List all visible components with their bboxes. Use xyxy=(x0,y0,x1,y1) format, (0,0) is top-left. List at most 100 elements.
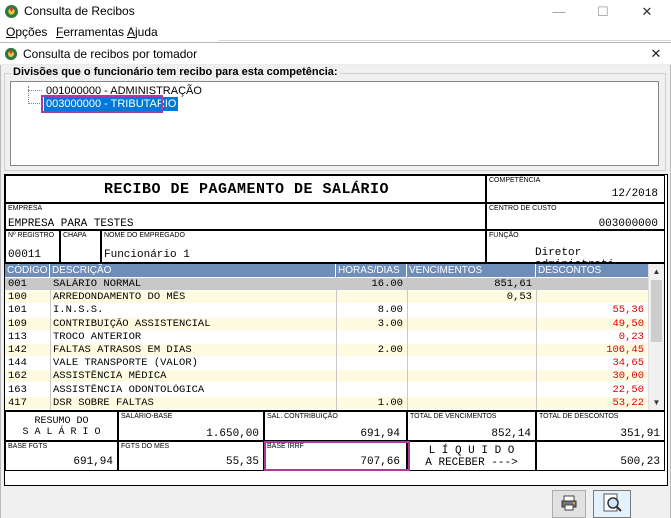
resumo-line2: S A L Á R I O xyxy=(22,427,101,438)
cell-codigo: 162 xyxy=(8,370,27,383)
table-row[interactable]: 162 ASSISTÊNCIA MÉDICA 30,00 xyxy=(5,370,648,383)
total-descontos-box: TOTAL DE DESCONTOS 351,91 xyxy=(536,411,665,441)
centro-custo-box: CENTRO DE CUSTO 003000000 xyxy=(486,203,665,230)
menu-opcoes[interactable]: Opções xyxy=(6,25,47,39)
menu-ferramentas[interactable]: Ferramentas xyxy=(56,25,124,39)
cell-desc xyxy=(536,291,648,303)
cell-descricao: CONTRIBUIÇÃO ASSISTENCIAL xyxy=(53,317,211,330)
total-vencimentos-label: TOTAL DE VENCIMENTOS xyxy=(410,413,497,420)
child-title: Consulta de recibos por tomador xyxy=(23,47,198,61)
divisions-label: Divisões que o funcionário tem recibo pa… xyxy=(11,66,340,78)
liquido-value: 500,23 xyxy=(620,456,660,468)
col-header-codigo: CÓDIGO xyxy=(5,264,50,277)
selection-highlight xyxy=(41,95,163,113)
cell-descricao: DSR SOBRE FALTAS xyxy=(53,396,154,409)
col-header-horas: HORAS/DIAS xyxy=(336,264,407,277)
total-vencimentos-box: TOTAL DE VENCIMENTOS 852,14 xyxy=(407,411,536,441)
cell-desc xyxy=(536,278,648,290)
fgts-mes-value: 55,35 xyxy=(225,456,259,468)
table-row[interactable]: 001 SALÁRIO NORMAL 16.00 851,61 xyxy=(5,278,648,290)
view-button[interactable] xyxy=(593,490,631,518)
col-divider xyxy=(336,277,337,410)
funcao-box: FUNÇÃO Diretor administrati xyxy=(486,230,665,263)
receipt-title: RECIBO DE PAGAMENTO DE SALÁRIO xyxy=(103,181,390,198)
cell-venc xyxy=(407,318,536,330)
funcao-label: FUNÇÃO xyxy=(489,232,519,239)
liquido-box: 500,23 xyxy=(536,441,665,471)
cell-horas xyxy=(336,370,407,382)
printer-icon xyxy=(560,494,578,515)
fgts-mes-box: FGTS DO MES 55,35 xyxy=(118,441,264,471)
cell-codigo: 142 xyxy=(8,344,27,356)
cell-codigo: 001 xyxy=(8,278,27,290)
scroll-up-icon[interactable]: ▲ xyxy=(649,264,664,279)
scroll-thumb[interactable] xyxy=(651,280,662,342)
table-row[interactable]: 144 VALE TRANSPORTE (VALOR) 34,65 xyxy=(5,357,648,370)
empresa-box: EMPRESA EMPRESA PARA TESTES xyxy=(5,203,486,230)
salario-base-box: SALÁRIO-BASE 1.650,00 xyxy=(118,411,264,441)
cell-horas xyxy=(336,357,407,369)
sal-contribuicao-box: SAL. CONTRIBUIÇÃO 691,94 xyxy=(264,411,407,441)
col-header-vencimentos: VENCIMENTOS xyxy=(407,264,536,277)
competencia-label: COMPETÊNCIA xyxy=(489,177,541,184)
table-row[interactable]: 100 ARREDONDAMENTO DO MÊS 0,53 xyxy=(5,291,648,304)
cell-desc: 55,36 xyxy=(612,304,644,317)
table-row[interactable]: 113 TROCO ANTERIOR 0,23 xyxy=(5,330,648,343)
cell-horas: 3.00 xyxy=(377,317,403,330)
scroll-down-icon[interactable]: ▼ xyxy=(649,395,664,410)
cell-horas: 8.00 xyxy=(377,304,403,317)
nome-value: Funcionário 1 xyxy=(104,249,190,261)
print-button[interactable] xyxy=(552,490,586,518)
table-row[interactable]: 109 CONTRIBUIÇÃO ASSISTENCIAL 3.00 49,50 xyxy=(5,317,648,330)
sal-contribuicao-label: SAL. CONTRIBUIÇÃO xyxy=(267,413,338,420)
empresa-label: EMPRESA xyxy=(8,205,43,212)
cell-descricao: FALTAS ATRASOS EM DIAS xyxy=(53,344,192,356)
cell-codigo: 144 xyxy=(8,357,27,370)
salario-base-label: SALÁRIO-BASE xyxy=(121,413,173,420)
base-fgts-value: 691,94 xyxy=(73,456,113,468)
magnifier-icon xyxy=(601,492,623,517)
competencia-box: COMPETÊNCIA 12/2018 xyxy=(486,175,665,203)
cell-descricao: I.N.S.S. xyxy=(53,304,104,317)
tree-connector xyxy=(28,103,42,104)
cell-descricao: ASSISTÊNCIA ODONTOLÓGICA xyxy=(53,383,205,396)
liquido-label-box: L Í Q U I D O A RECEBER ---> xyxy=(407,441,536,471)
cell-venc xyxy=(407,384,536,396)
cell-venc: 851,61 xyxy=(494,278,532,290)
receipt-title-box: RECIBO DE PAGAMENTO DE SALÁRIO xyxy=(5,175,486,203)
cell-codigo: 113 xyxy=(8,330,27,343)
cell-codigo: 417 xyxy=(8,396,27,409)
maximize-button[interactable]: ☐ xyxy=(581,0,625,23)
minimize-button[interactable]: — xyxy=(537,0,581,23)
cell-codigo: 100 xyxy=(8,291,27,304)
registro-label: Nº REGISTRO xyxy=(8,232,55,239)
table-row[interactable]: 142 FALTAS ATRASOS EM DIAS 2.00 106,45 xyxy=(5,344,648,356)
total-descontos-value: 351,91 xyxy=(620,428,660,440)
cell-desc: 30,00 xyxy=(612,370,644,383)
cell-horas: 16.00 xyxy=(371,278,403,290)
col-header-descontos: DESCONTOS xyxy=(538,265,602,276)
table-row[interactable]: 101 I.N.S.S. 8.00 55,36 xyxy=(5,304,648,317)
menu-separator xyxy=(219,40,671,41)
sal-contribuicao-value: 691,94 xyxy=(360,428,400,440)
table-row[interactable]: 163 ASSISTÊNCIA ODONTOLÓGICA 22,50 xyxy=(5,383,648,396)
col-divider xyxy=(536,277,537,410)
table-row[interactable]: 417 DSR SOBRE FALTAS 1.00 53,22 xyxy=(5,396,648,409)
close-button[interactable]: ✕ xyxy=(625,0,669,23)
registro-value: 00011 xyxy=(8,249,42,261)
cell-descricao: VALE TRANSPORTE (VALOR) xyxy=(53,357,198,370)
competencia-value: 12/2018 xyxy=(611,188,658,200)
cell-venc xyxy=(407,304,536,316)
menu-ajuda[interactable]: Ajuda xyxy=(127,25,158,39)
cell-desc: 22,50 xyxy=(612,383,644,396)
cell-descricao: TROCO ANTERIOR xyxy=(53,330,142,343)
irrf-highlight xyxy=(264,441,410,471)
cell-codigo: 101 xyxy=(8,304,27,317)
cell-codigo: 109 xyxy=(8,317,27,330)
child-close-button[interactable]: ✕ xyxy=(643,43,669,65)
chapa-label: CHAPA xyxy=(63,232,87,239)
cell-desc: 34,65 xyxy=(612,357,644,370)
cell-venc xyxy=(407,357,536,369)
registro-box: Nº REGISTRO 00011 xyxy=(5,230,60,263)
cell-venc xyxy=(407,370,536,382)
